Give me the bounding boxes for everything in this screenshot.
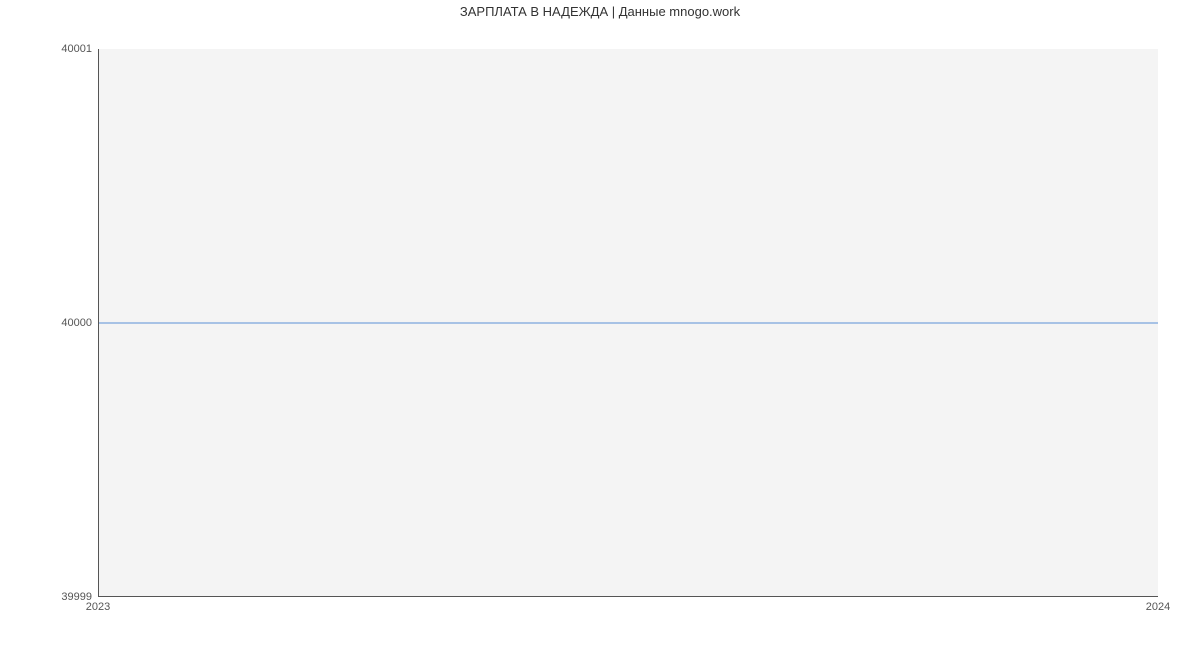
plot-area xyxy=(98,49,1158,597)
chart-title: ЗАРПЛАТА В НАДЕЖДА | Данные mnogo.work xyxy=(0,0,1200,24)
y-tick-mid: 40000 xyxy=(61,317,98,329)
y-tick-max: 40001 xyxy=(61,43,98,55)
data-line-salary xyxy=(99,322,1158,323)
x-tick-end: 2024 xyxy=(1146,597,1170,613)
x-tick-start: 2023 xyxy=(86,597,110,613)
chart-plot: 40001 40000 39999 2023 2024 xyxy=(98,49,1158,597)
